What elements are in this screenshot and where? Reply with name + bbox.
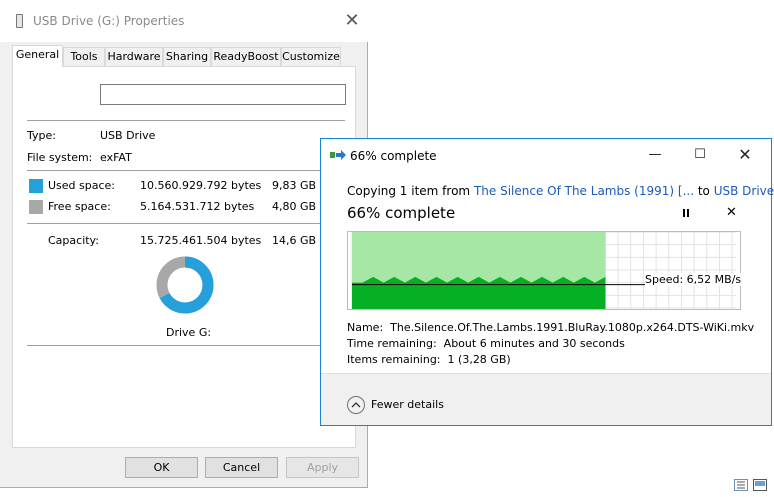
ok-button[interactable]: OK xyxy=(125,457,198,478)
destination-link[interactable]: USB Drive (G:) xyxy=(714,184,774,198)
type-value: USB Drive xyxy=(100,129,156,142)
separator xyxy=(27,345,345,346)
disk-usage-donut xyxy=(156,256,214,314)
separator xyxy=(27,223,345,224)
properties-dialog: USB Drive (G:) Properties ✕ General Tool… xyxy=(0,0,368,488)
name-value: The.Silence.Of.The.Lambs.1991.BluRay.108… xyxy=(390,321,755,334)
to-word: to xyxy=(694,184,714,198)
file-system-value: exFAT xyxy=(100,151,132,164)
time-remaining-row: Time remaining: About 6 minutes and 30 s… xyxy=(347,337,625,350)
free-space-label: Free space: xyxy=(48,200,111,213)
drive-letter-label: Drive G: xyxy=(166,326,212,339)
transfer-speed-graph xyxy=(347,231,741,310)
properties-title-bar: USB Drive (G:) Properties ✕ xyxy=(0,0,368,42)
capacity-bytes: 15.725.461.504 bytes xyxy=(140,234,262,247)
source-link[interactable]: The Silence Of The Lambs (1991) [... xyxy=(474,184,694,198)
details-footer: Fewer details xyxy=(321,373,771,425)
separator xyxy=(27,120,345,121)
name-label: Name: xyxy=(347,321,384,334)
maximize-icon[interactable]: ☐ xyxy=(685,143,715,167)
free-space-bytes: 5.164.531.712 bytes xyxy=(140,200,255,213)
tab-hardware[interactable]: Hardware xyxy=(105,47,163,66)
apply-button[interactable]: Apply xyxy=(286,457,359,478)
copying-summary: Copying 1 item from The Silence Of The L… xyxy=(347,184,774,198)
minimize-icon[interactable]: — xyxy=(640,143,670,167)
time-remaining-label: Time remaining: xyxy=(347,337,437,350)
copying-prefix: Copying 1 item from xyxy=(347,184,474,198)
tab-readyboost[interactable]: ReadyBoost xyxy=(211,47,281,66)
copy-arrow-icon xyxy=(330,150,346,160)
tab-tools[interactable]: Tools xyxy=(63,47,105,66)
capacity-size: 14,6 GB xyxy=(272,234,317,247)
speed-history-fill xyxy=(351,276,606,309)
properties-window-title: USB Drive (G:) Properties xyxy=(33,14,185,28)
large-icons-view-icon[interactable] xyxy=(753,479,767,491)
cancel-copy-icon[interactable]: ✕ xyxy=(726,205,737,220)
file-system-label: File system: xyxy=(27,151,93,164)
items-remaining-row: Items remaining: 1 (3,28 GB) xyxy=(347,353,511,366)
cancel-button[interactable]: Cancel xyxy=(205,457,278,478)
general-panel: Type: USB Drive File system: exFAT Used … xyxy=(12,66,356,448)
used-space-label: Used space: xyxy=(48,179,116,192)
free-space-swatch xyxy=(29,200,43,214)
name-row: Name: The.Silence.Of.The.Lambs.1991.BluR… xyxy=(347,321,754,334)
usb-drive-icon xyxy=(16,14,23,28)
tab-general[interactable]: General xyxy=(12,45,63,67)
tab-sharing[interactable]: Sharing xyxy=(163,47,211,66)
pause-icon[interactable] xyxy=(681,208,691,218)
close-icon[interactable]: ✕ xyxy=(730,143,760,167)
free-space-size: 4,80 GB xyxy=(272,200,317,213)
copy-window-title: 66% complete xyxy=(350,149,437,163)
used-space-bytes: 10.560.929.792 bytes xyxy=(140,179,262,192)
drive-name-input[interactable] xyxy=(100,84,346,105)
close-icon[interactable]: ✕ xyxy=(340,9,364,33)
copy-progress-dialog: 66% complete — ☐ ✕ Copying 1 item from T… xyxy=(320,138,774,426)
type-label: Type: xyxy=(27,129,56,142)
fewer-details-button[interactable]: Fewer details xyxy=(371,398,444,411)
separator xyxy=(27,170,345,171)
progress-headline: 66% complete xyxy=(347,204,456,222)
items-remaining-value: 1 (3,28 GB) xyxy=(447,353,511,366)
used-space-swatch xyxy=(29,179,43,193)
fewer-details-chevron-up-icon[interactable] xyxy=(347,396,365,414)
time-remaining-value: About 6 minutes and 30 seconds xyxy=(443,337,625,350)
speed-label: Speed: 6,52 MB/s xyxy=(645,273,742,286)
copy-title-bar: 66% complete — ☐ ✕ xyxy=(321,139,771,171)
used-space-size: 9,83 GB xyxy=(272,179,317,192)
details-view-icon[interactable] xyxy=(734,479,748,491)
tab-customize[interactable]: Customize xyxy=(281,47,341,66)
items-remaining-label: Items remaining: xyxy=(347,353,441,366)
capacity-label: Capacity: xyxy=(48,234,99,247)
